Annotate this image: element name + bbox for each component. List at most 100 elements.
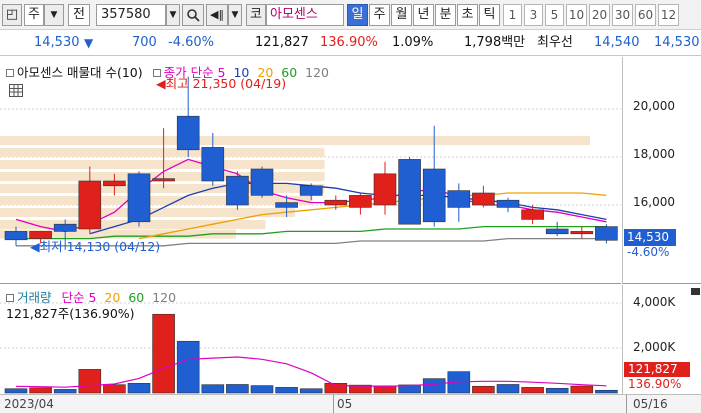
y-label-20000: 20,000 (633, 99, 675, 113)
volume-bar (53, 389, 77, 394)
candle-body (324, 199, 348, 206)
volume-value: 121,827 (255, 35, 309, 50)
interval-button-3[interactable]: 3 (524, 4, 543, 26)
volume-bar (201, 384, 225, 394)
chevron-down-icon[interactable]: ▼ (44, 4, 64, 26)
date-label-start: 2023/04 (4, 397, 54, 411)
last-volume-tag: 121,827 (624, 362, 690, 377)
high-label: 최고 21,350 (04/19) (165, 76, 287, 91)
quote-bar: 14,530 ▼ 700 -4.60% 121,827 136.90% 1.09… (0, 31, 701, 56)
volume-bar (299, 388, 323, 394)
candle-body (176, 115, 200, 151)
date-axis: 2023/04 05 05/16 (0, 394, 701, 413)
left-arrow-icon: ◀ (156, 76, 166, 91)
y-label-4000k: 4,000K (633, 295, 676, 309)
period-button-1[interactable]: 주 (369, 4, 390, 26)
interval-button-20[interactable]: 20 (589, 4, 610, 26)
candle-body (595, 226, 618, 241)
down-arrow-icon: ▼ (84, 36, 94, 50)
volume-profile-bar (0, 184, 325, 193)
volume-bar (226, 384, 249, 394)
interval-button-10[interactable]: 10 (566, 4, 587, 26)
code-dropdown-icon[interactable]: ▼ (166, 4, 180, 26)
candle-body (152, 178, 175, 182)
price-change-pct: -4.60% (168, 35, 214, 50)
speaker-icon[interactable]: ◀‖ (206, 4, 228, 26)
candle-body (127, 173, 151, 223)
volume-bar (496, 384, 520, 394)
volume-bar (324, 383, 348, 394)
volume-bar (127, 383, 151, 394)
trade-amount: 1,798백만 (464, 35, 526, 50)
last-price-tag: 14,530 (624, 229, 676, 246)
candle-body (570, 231, 594, 235)
pane-toggle-icon[interactable] (691, 288, 700, 295)
window-icon[interactable]: ◰ (2, 4, 22, 26)
y-label-16000: 16,000 (633, 195, 675, 209)
volume-bar (275, 387, 298, 394)
interval-button-5[interactable]: 5 (545, 4, 564, 26)
high-annotation: ◀최고 21,350 (04/19) (156, 73, 286, 92)
candle-body (299, 185, 323, 196)
period-button-0[interactable]: 일 (347, 4, 368, 26)
y-label-2000k: 2,000K (633, 340, 676, 354)
candle-body (472, 192, 495, 206)
type-select[interactable]: 주 (24, 4, 44, 26)
code-input[interactable]: 357580 (96, 4, 166, 26)
interval-button-30[interactable]: 30 (612, 4, 633, 26)
best-quote-label: 최우선 (537, 35, 573, 50)
volume-ratio: 136.90% (320, 35, 378, 50)
period-button-2[interactable]: 월 (391, 4, 412, 26)
period-button-6[interactable]: 틱 (479, 4, 500, 26)
candle-body (545, 228, 569, 235)
interval-button-12[interactable]: 12 (658, 4, 679, 26)
turnover-rate: 1.09% (392, 35, 434, 50)
volume-bar (29, 387, 52, 394)
toolbar: ◰ 주 ▼ 전 357580 ▼ ◀‖ ▼ 코 아모센스 일주월년분초틱 135… (0, 0, 701, 30)
candle-body (373, 173, 397, 206)
period-button-5[interactable]: 초 (457, 4, 478, 26)
candle-body (4, 231, 28, 241)
legend-square-icon (6, 294, 14, 302)
price-legend-title: 아모센스 매물대 수(10) (17, 65, 143, 80)
stock-name[interactable]: 아모센스 (266, 4, 344, 26)
date-label-may: 05 (333, 395, 352, 413)
search-icon[interactable] (182, 4, 204, 26)
table-icon[interactable] (9, 84, 23, 97)
period-button-4[interactable]: 분 (435, 4, 456, 26)
volume-bar (570, 385, 594, 394)
volume-bar (250, 385, 274, 394)
candle-body (78, 180, 102, 230)
volume-bar (545, 387, 569, 394)
low-label: 최저 14,130 (04/12) (39, 239, 161, 254)
candle-body (447, 190, 471, 208)
last-price-pct: -4.60% (627, 245, 670, 259)
candle-body (496, 199, 520, 208)
volume-current: 121,827주(136.90%) (6, 306, 135, 321)
volume-bar (472, 385, 495, 394)
volume-bar (152, 313, 175, 394)
volume-bar (103, 384, 126, 394)
volume-bar (4, 388, 28, 394)
volume-bar (78, 369, 102, 394)
volume-bar (595, 389, 618, 394)
volume-chart-pane[interactable]: 거래량 단순 5 20 60 120 121,827주(136.90%) (0, 285, 621, 394)
volume-profile-bar (0, 196, 313, 205)
all-button[interactable]: 전 (68, 4, 90, 26)
y-label-18000: 18,000 (633, 147, 675, 161)
sound-dropdown-icon[interactable]: ▼ (228, 4, 242, 26)
interval-button-60[interactable]: 60 (635, 4, 656, 26)
candle-body (349, 195, 372, 208)
best-ask: 14,540 (594, 35, 640, 50)
volume-profile-bar (0, 148, 325, 157)
ma120-legend: 120 (305, 65, 330, 80)
volume-bar (176, 340, 200, 394)
price-chart-pane[interactable]: 아모센스 매물대 수(10) 종가 단순 5 10 20 60 120 ◀최고 … (0, 57, 621, 284)
candle-body (275, 202, 298, 208)
legend-square-icon (6, 69, 14, 77)
low-annotation: ◀최저 14,130 (04/12) (30, 236, 160, 255)
period-button-3[interactable]: 년 (413, 4, 434, 26)
best-bid: 14,530 (654, 35, 700, 50)
candle-body (422, 168, 446, 223)
interval-button-1[interactable]: 1 (503, 4, 522, 26)
